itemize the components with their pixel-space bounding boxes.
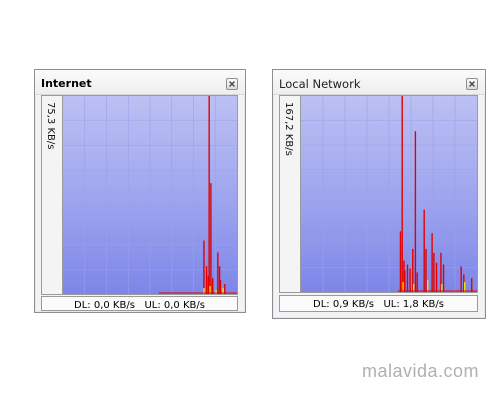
traffic-graph [62, 95, 238, 295]
close-button[interactable] [466, 78, 478, 90]
traffic-graph-svg [63, 96, 237, 294]
status-bar: DL: 0,0 KB/s UL: 0,0 KB/s [41, 296, 238, 311]
traffic-graph [300, 95, 478, 293]
close-icon [469, 81, 475, 87]
status-bar: DL: 0,9 KB/s UL: 1,8 KB/s [279, 295, 478, 312]
close-icon [229, 81, 235, 87]
traffic-graph-svg [301, 96, 477, 292]
scale-label-column: 167,2 KB/s [279, 95, 300, 293]
widget-title: Internet [41, 77, 92, 90]
close-button[interactable] [226, 78, 238, 90]
widget-title: Local Network [279, 77, 361, 91]
scale-label-column: 75,3 KB/s [41, 95, 62, 295]
scale-label: 75,3 KB/s [45, 102, 56, 150]
widget-titlebar[interactable]: Local Network [273, 70, 485, 95]
transfer-rates: DL: 0,9 KB/s UL: 1,8 KB/s [313, 299, 444, 310]
widget-titlebar[interactable]: Internet [35, 70, 245, 95]
watermark-text: malavida.com [361, 361, 479, 381]
internet-monitor-widget: Internet 75,3 KB/s DL: 0,0 KB/s UL: 0,0 … [34, 69, 246, 313]
transfer-rates: DL: 0,0 KB/s UL: 0,0 KB/s [74, 300, 205, 311]
local-network-monitor-widget: Local Network 167,2 KB/s DL: 0,9 KB/s UL… [272, 69, 486, 319]
scale-label: 167,2 KB/s [283, 102, 294, 156]
